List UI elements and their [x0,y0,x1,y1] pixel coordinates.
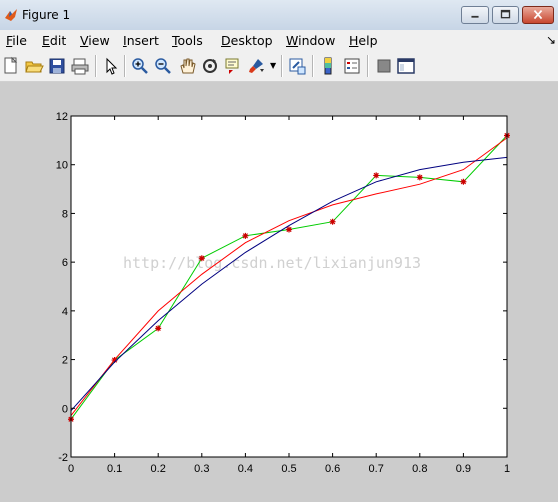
x-tick-label: 1 [504,463,510,475]
data-point-marker [373,172,380,179]
zoom-out-button[interactable] [153,56,173,76]
zoom-in-icon [132,58,148,74]
menu-edit[interactable]: Edit [42,33,66,48]
window-title: Figure 1 [22,8,71,22]
x-tick-label: 0.8 [412,463,427,475]
title-bar: Figure 1 [0,0,558,31]
data-point-marker [242,232,249,239]
new-figure-icon [4,56,18,74]
axes-background [71,116,507,457]
minimize-icon [471,15,479,18]
rotate-3d-icon [203,59,217,73]
show-plot-tools-button[interactable] [396,56,416,76]
x-tick-label: 0.1 [107,463,122,475]
pan-hand-button[interactable] [177,56,197,76]
hide-plot-tools-button[interactable] [374,56,394,76]
data-cursor-button[interactable] [223,56,243,76]
print-icon [71,58,89,75]
zoom-in-button[interactable] [130,56,150,76]
toolbar-separator [95,55,97,77]
open-file-icon [25,61,44,73]
minimize-button[interactable] [461,6,489,24]
data-point-marker [198,255,205,262]
toolbar-separator [124,55,126,77]
legend-icon [344,58,360,74]
brush-dropdown-icon[interactable]: ▼ [270,61,276,70]
link-plot-icon [289,58,306,75]
watermark-text: http://blog.csdn.net/lixianjun913 [123,254,421,272]
x-tick-label: 0.7 [369,463,384,475]
x-tick-label: 0.5 [281,463,296,475]
data-point-marker [155,325,162,332]
menu-desktop[interactable]: Desktop [221,33,273,48]
rotate-3d-button[interactable] [200,56,220,76]
y-tick-label: 6 [62,257,68,269]
pointer-button[interactable] [101,56,121,76]
menu-view[interactable]: View [80,33,110,48]
y-tick-label: 0 [62,403,68,415]
save-button[interactable] [47,56,67,76]
save-icon [49,58,65,74]
print-button[interactable] [70,56,90,76]
pan-hand-icon [180,58,196,74]
toolbar-separator [367,55,369,77]
y-tick-label: 10 [56,160,68,172]
x-tick-label: 0.3 [194,463,209,475]
figure-toolbar: ▼ [0,51,558,82]
link-plot-button[interactable] [287,56,307,76]
menu-bar: File Edit View Insert Tools Desktop Window Help [0,30,558,51]
colorbar-icon [324,57,332,75]
y-tick-label: 8 [62,208,68,220]
pointer-icon [106,57,118,75]
plot-area[interactable]: http://blog.csdn.net/lixianjun913 0 0.1 0.2… [0,82,558,502]
colorbar-button[interactable] [318,56,338,76]
y-tick-label: -2 [58,452,68,464]
x-tick-label: 0.2 [151,463,166,475]
open-file-button[interactable] [24,56,44,76]
data-point-marker [329,218,336,225]
legend-button[interactable] [342,56,362,76]
x-tick-label: 0.4 [238,463,253,475]
new-figure-button[interactable] [1,56,21,76]
menu-tools[interactable]: Tools [172,33,203,48]
data-cursor-icon [225,58,239,74]
hide-plot-tools-icon [377,59,391,73]
data-point-marker [460,178,467,185]
x-tick-label: 0.6 [325,463,340,475]
menu-help[interactable]: Help [349,33,378,48]
matlab-logo-icon [5,9,17,21]
data-point-marker [416,174,423,181]
x-tick-label: 0 [68,463,74,475]
y-tick-label: 4 [62,306,68,318]
toolbar-separator [312,55,314,77]
menu-window[interactable]: Window [286,33,335,48]
close-icon [533,9,543,20]
menu-insert[interactable]: Insert [123,33,159,48]
close-button[interactable] [522,6,554,24]
y-tick-label: 2 [62,355,68,367]
toolbar-separator [281,55,283,77]
brush-icon [249,59,264,73]
figure-canvas[interactable]: http://blog.csdn.net/lixianjun913 0 0.1 0.2… [0,82,558,502]
menu-file[interactable]: File [6,33,27,48]
zoom-out-icon [155,58,171,74]
y-tick-label: 12 [56,111,68,123]
maximize-icon [500,9,511,19]
maximize-button[interactable] [492,6,519,24]
show-plot-tools-icon [397,58,415,74]
x-tick-label: 0.9 [456,463,471,475]
menu-overflow-icon[interactable]: ↘ [546,33,556,47]
brush-button[interactable] [246,56,266,76]
